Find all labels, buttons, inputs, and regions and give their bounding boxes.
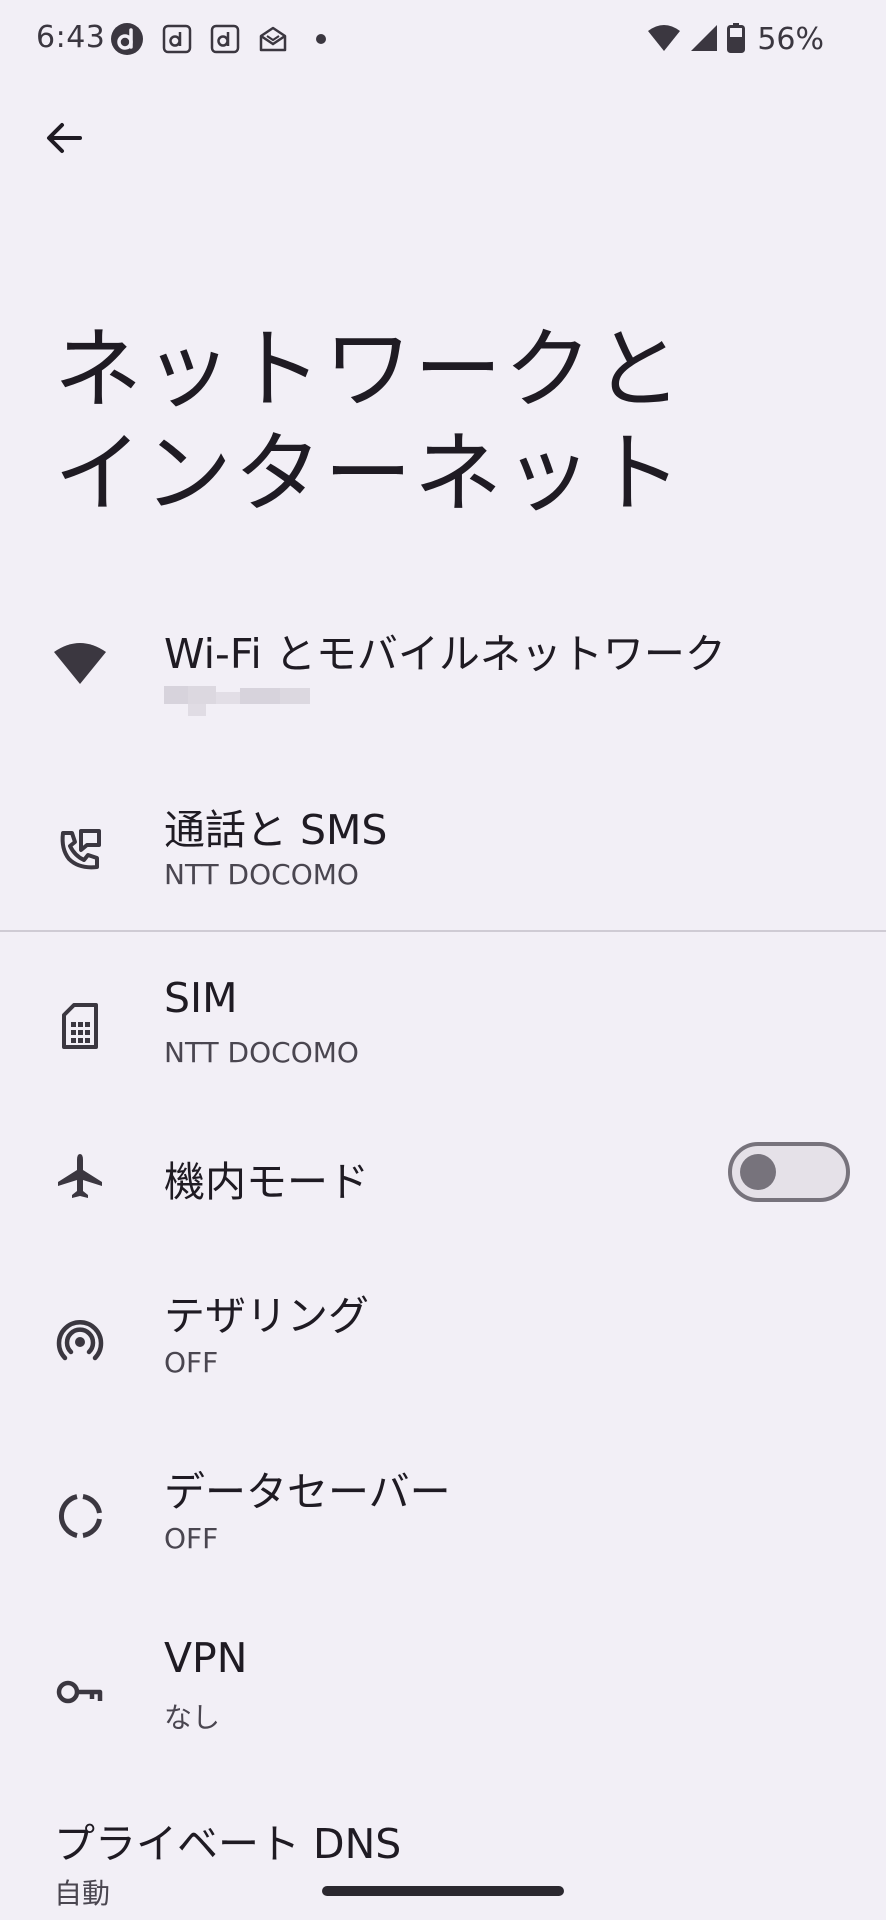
dot-icon — [306, 24, 336, 54]
wifi-icon — [52, 636, 108, 692]
item-title: SIM — [164, 974, 238, 1022]
hotspot-icon — [52, 1312, 108, 1368]
arrow-back-icon — [47, 123, 82, 153]
notification-icons — [110, 22, 336, 56]
item-title: データセーバー — [164, 1468, 451, 1516]
status-time: 6:43 — [36, 20, 106, 55]
back-button[interactable] — [38, 112, 90, 164]
system-icons: 56% — [647, 22, 824, 57]
wifi-icon — [647, 23, 681, 57]
airplane-icon — [52, 1148, 108, 1204]
docomo-d-icon — [110, 22, 144, 56]
page-title: ネットワークと インターネット — [54, 318, 685, 525]
gesture-nav-handle[interactable] — [322, 1886, 564, 1896]
toggle-knob — [740, 1154, 776, 1190]
data-saver-icon — [52, 1488, 108, 1544]
item-subtitle: NTT DOCOMO — [164, 858, 359, 891]
airplane-mode-toggle[interactable] — [728, 1142, 850, 1202]
vpn-item[interactable]: VPN なし — [0, 1626, 886, 1766]
sim-item[interactable]: SIM NTT DOCOMO — [0, 958, 886, 1098]
vpn-key-icon — [52, 1664, 108, 1720]
tethering-item[interactable]: テザリング OFF — [0, 1272, 886, 1412]
d-app-icon — [210, 24, 240, 54]
item-title: Wi-Fi とモバイルネットワーク — [164, 630, 726, 678]
battery-percent: 56% — [757, 22, 824, 57]
item-subtitle: NTT DOCOMO — [164, 1036, 359, 1069]
item-title: VPN — [164, 1634, 248, 1682]
redacted-ssid — [164, 680, 310, 720]
item-title: 通話と SMS — [164, 806, 388, 854]
item-subtitle: OFF — [164, 1522, 219, 1555]
sim-card-icon — [52, 998, 108, 1054]
battery-icon — [727, 22, 746, 57]
data-saver-item[interactable]: データセーバー OFF — [0, 1448, 886, 1588]
item-title: テザリング — [164, 1292, 369, 1340]
item-subtitle: なし — [164, 1701, 221, 1734]
item-subtitle: OFF — [164, 1346, 219, 1379]
item-subtitle: 自動 — [54, 1877, 111, 1910]
section-divider — [0, 930, 886, 932]
cell-signal-icon — [689, 23, 719, 57]
private-dns-item[interactable]: プライベート DNS 自動 — [0, 1800, 886, 1920]
phone-sms-icon — [52, 822, 108, 878]
calls-and-sms-item[interactable]: 通話と SMS NTT DOCOMO — [0, 780, 886, 920]
wifi-and-mobile-network-item[interactable]: Wi-Fi とモバイルネットワーク — [0, 600, 886, 740]
d-app-icon — [162, 24, 192, 54]
mail-icon — [258, 24, 288, 54]
item-title: 機内モード — [164, 1158, 369, 1206]
status-bar: 6:43 56% — [0, 0, 886, 84]
item-title: プライベート DNS — [54, 1820, 402, 1868]
